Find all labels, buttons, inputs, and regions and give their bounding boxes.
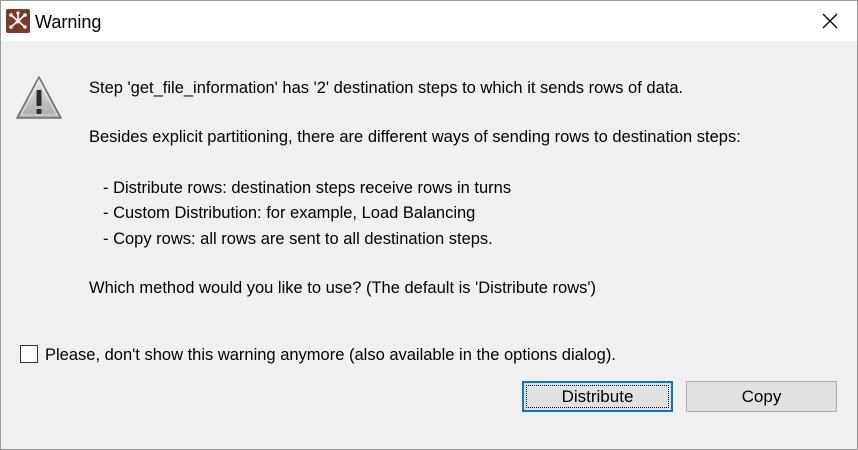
message-bullet-copy: - Copy rows: all rows are sent to all de… [103,230,493,248]
dont-show-again-checkbox[interactable] [20,345,38,363]
warning-dialog: Warning Step 'get_file_information' has … [0,0,858,450]
message-line-1: Step 'get_file_information' has '2' dest… [89,79,684,97]
spoon-app-icon [6,9,30,33]
message-bullet-custom: - Custom Distribution: for example, Load… [103,204,476,222]
message-bullet-distribute: - Distribute rows: destination steps rec… [103,179,512,197]
message-question: Which method would you like to use? (The… [89,279,597,297]
distribute-button[interactable]: Distribute [522,381,673,412]
window-title: Warning [35,12,102,32]
close-button[interactable] [813,5,847,37]
copy-button-label: Copy [741,387,782,406]
warning-icon [16,76,62,119]
copy-button[interactable]: Copy [686,381,837,412]
message-line-2: Besides explicit partitioning, there are… [89,128,741,146]
dont-show-again-label[interactable]: Please, don't show this warning anymore … [45,345,616,365]
focus-ring [526,385,669,408]
title-bar: Warning [1,1,857,41]
close-icon [822,13,838,29]
